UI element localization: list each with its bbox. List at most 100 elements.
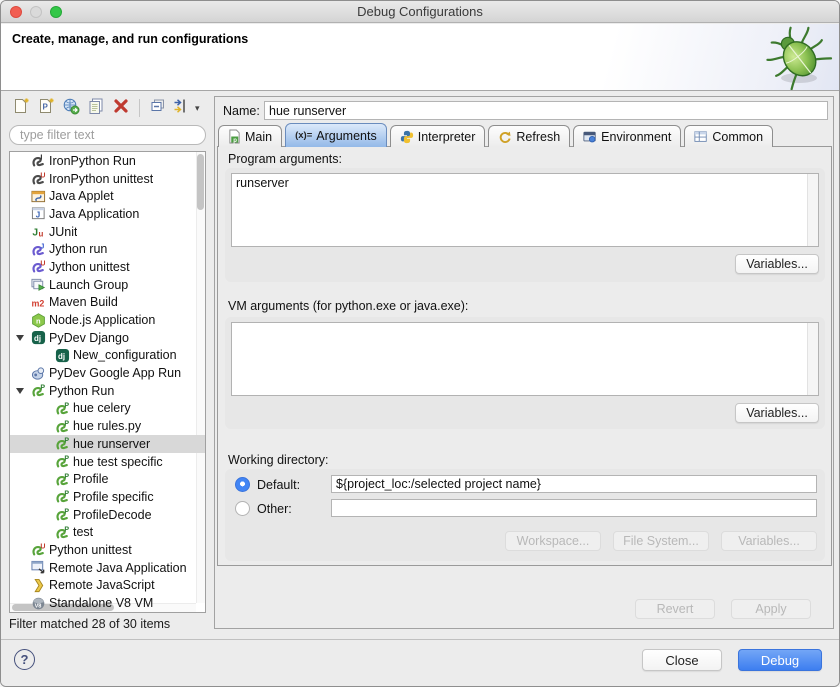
close-button[interactable]: Close <box>642 649 722 671</box>
close-window-button[interactable] <box>10 6 22 18</box>
program-arguments-label: Program arguments: <box>228 152 342 166</box>
filter-input[interactable] <box>9 125 206 145</box>
svg-text:P: P <box>64 438 69 445</box>
python-run-icon: P <box>54 472 70 487</box>
default-radio[interactable] <box>235 477 250 492</box>
tab-refresh-icon <box>498 130 512 144</box>
pydev-gae-icon <box>30 366 46 381</box>
tree-item-profiledecode[interactable]: PProfileDecode <box>10 506 205 524</box>
help-button[interactable]: ? <box>14 649 35 670</box>
tree-item-hue-celery[interactable]: Phue celery <box>10 400 205 418</box>
default-directory-input[interactable] <box>331 475 817 493</box>
tree-item-standalone-v8-vm[interactable]: V8Standalone V8 VM <box>10 594 205 612</box>
delete-launch-configuration-button[interactable] <box>111 98 131 118</box>
ironpython-run-icon: I <box>30 153 46 168</box>
tree-item-remote-java-application[interactable]: Remote Java Application <box>10 559 205 577</box>
tree-item-python-run[interactable]: PPython Run <box>10 382 205 400</box>
tab-environment[interactable]: Environment <box>573 125 681 147</box>
tab-arguments-icon: (x)= <box>295 130 312 141</box>
python-run-icon: P <box>54 525 70 540</box>
tree-item-label: Standalone V8 VM <box>49 596 153 610</box>
tree-item-profile[interactable]: P Profile <box>10 470 205 488</box>
tree-item-jython-run[interactable]: JJython run <box>10 240 205 258</box>
python-run-icon: P <box>54 507 70 522</box>
tab-main[interactable]: p Main <box>218 125 282 147</box>
tab-label: Arguments <box>316 129 376 143</box>
filter-launch-configurations-button[interactable] <box>173 98 193 118</box>
jython-run-icon: J <box>30 242 46 257</box>
tree-item-ironpython-run[interactable]: IIronPython Run <box>10 152 205 170</box>
program-arguments-textarea[interactable]: runserver <box>232 174 807 246</box>
textarea-scrollbar[interactable] <box>807 323 818 395</box>
tree-item-profile-specific[interactable]: PProfile specific <box>10 488 205 506</box>
vm-arguments-variables-button[interactable]: Variables... <box>735 403 819 423</box>
tab-interpreter[interactable]: Interpreter <box>390 125 486 147</box>
other-directory-input[interactable] <box>331 499 817 517</box>
arguments-tab-content: Program arguments: runserver Variables..… <box>217 146 832 566</box>
tree-item-java-application[interactable]: JJava Application <box>10 205 205 223</box>
svg-text:p: p <box>233 138 237 144</box>
expand-triangle-icon[interactable] <box>16 388 24 394</box>
program-arguments-variables-button[interactable]: Variables... <box>735 254 819 274</box>
tree-item-node-js-application[interactable]: nNode.js Application <box>10 311 205 329</box>
nodejs-application-icon: n <box>30 313 46 328</box>
working-directory-buttons: Workspace... File System... Variables... <box>505 531 817 551</box>
tree-item-java-applet[interactable]: Java Applet <box>10 187 205 205</box>
tree-item-label: Java Application <box>49 207 139 221</box>
revert-button[interactable]: Revert <box>635 599 715 619</box>
python-run-icon: P <box>54 454 70 469</box>
tab-arguments[interactable]: (x)= Arguments <box>285 123 387 147</box>
other-radio[interactable] <box>235 501 250 516</box>
tree-item-launch-group[interactable]: Launch Group <box>10 276 205 294</box>
minimize-window-button[interactable] <box>30 6 42 18</box>
tree-item-hue-test-specific[interactable]: Phue test specific <box>10 453 205 471</box>
tree-item-label: Profile <box>73 472 108 486</box>
tree-item-label: test <box>73 525 93 539</box>
vm-arguments-textarea[interactable] <box>232 323 807 395</box>
tab-environment-icon <box>583 130 597 144</box>
tree-item-python-unittest[interactable]: UPython unittest <box>10 541 205 559</box>
tree-item-junit[interactable]: JuJUnit <box>10 223 205 241</box>
tree-item-label: hue celery <box>73 401 131 415</box>
new-launch-prototype-button[interactable]: P <box>36 98 56 118</box>
tree-item-label: Profile specific <box>73 490 154 504</box>
tree-item-pydev-google-app-run[interactable]: PyDev Google App Run <box>10 364 205 382</box>
tab-refresh[interactable]: Refresh <box>488 125 570 147</box>
dropdown-caret-icon[interactable]: ▾ <box>195 103 200 114</box>
svg-text:P: P <box>64 456 69 463</box>
tab-label: Common <box>712 130 763 144</box>
tree-item-ironpython-unittest[interactable]: UIronPython unittest <box>10 170 205 188</box>
debug-button[interactable]: Debug <box>738 649 822 671</box>
tree-item-test[interactable]: Ptest <box>10 523 205 541</box>
variables-wd-button[interactable]: Variables... <box>721 531 817 551</box>
export-launch-configuration-button[interactable] <box>61 98 81 118</box>
duplicate-launch-configuration-button[interactable] <box>86 98 106 118</box>
tree-item-hue-runserver[interactable]: Phue runserver <box>10 435 205 453</box>
tab-label: Interpreter <box>418 130 476 144</box>
tree-item-remote-javascript[interactable]: Remote JavaScript <box>10 577 205 595</box>
tab-label: Main <box>245 130 272 144</box>
working-directory-label: Working directory: <box>228 453 329 467</box>
tree-item-label: Maven Build <box>49 295 118 309</box>
delete-x-icon <box>112 97 130 120</box>
tree-item-jython-unittest[interactable]: UJython unittest <box>10 258 205 276</box>
tree-item-label: New_configuration <box>73 348 177 362</box>
tree-item-hue-rules-py[interactable]: Phue rules.py <box>10 417 205 435</box>
tree-item-maven-build[interactable]: m2Maven Build <box>10 294 205 312</box>
remote-java-icon <box>30 560 46 575</box>
dialog-footer: ? Close Debug <box>1 639 839 686</box>
file-system-button[interactable]: File System... <box>613 531 709 551</box>
new-launch-configuration-button[interactable] <box>11 98 31 118</box>
apply-button[interactable]: Apply <box>731 599 811 619</box>
name-input[interactable] <box>264 101 828 120</box>
tab-common[interactable]: Common <box>684 125 773 147</box>
tree-item-new-configuration[interactable]: djNew_configuration <box>10 347 205 365</box>
python-run-icon: P <box>54 419 70 434</box>
zoom-window-button[interactable] <box>50 6 62 18</box>
expand-triangle-icon[interactable] <box>16 335 24 341</box>
tree-item-pydev-django[interactable]: djPyDev Django <box>10 329 205 347</box>
textarea-scrollbar[interactable] <box>807 174 818 246</box>
workspace-button[interactable]: Workspace... <box>505 531 601 551</box>
svg-text:P: P <box>64 473 69 480</box>
collapse-all-button[interactable] <box>148 98 168 118</box>
